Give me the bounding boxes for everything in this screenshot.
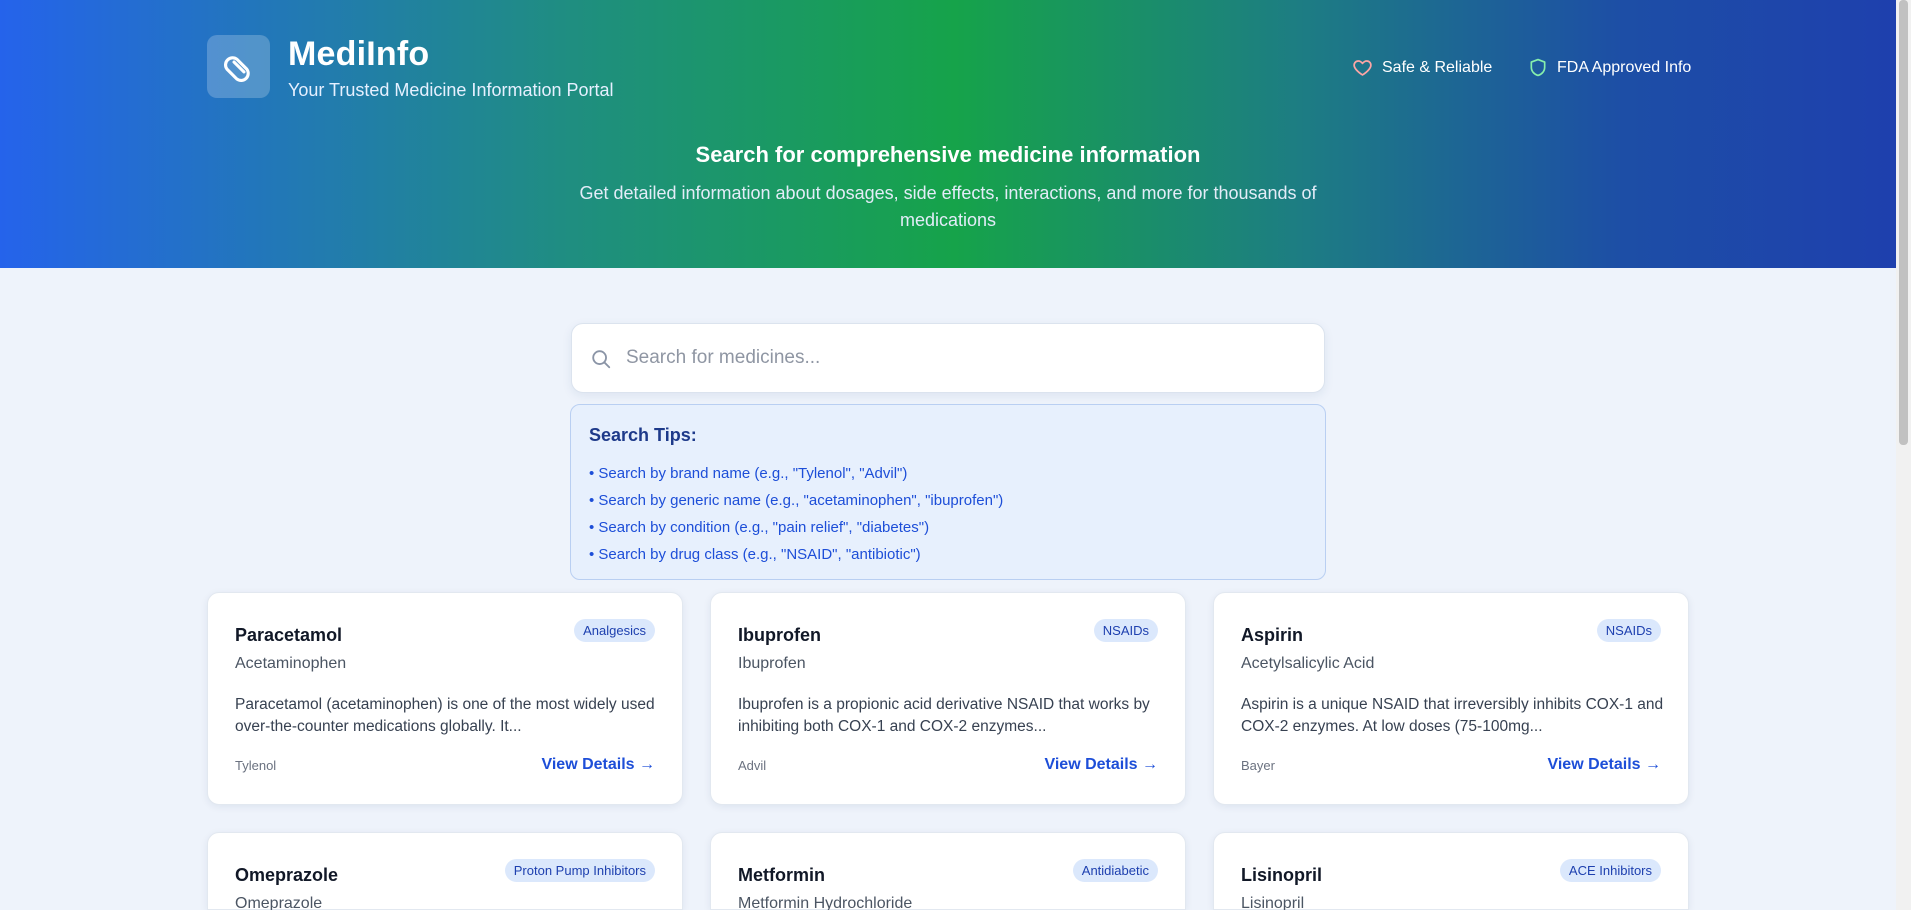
brand-title[interactable]: MediInfo xyxy=(288,35,429,74)
brand-subtitle: Your Trusted Medicine Information Portal xyxy=(288,80,614,100)
view-details-link[interactable]: View Details → xyxy=(1547,756,1661,774)
badge-fda-approved: FDA Approved Info xyxy=(1528,57,1691,78)
category-badge: NSAIDs xyxy=(1596,619,1661,642)
medicine-description: Paracetamol (acetaminophen) is one of th… xyxy=(235,696,655,735)
medicine-name: Omeprazole xyxy=(235,865,339,885)
medicine-card-metformin[interactable]: Metformin Antidiabetic Metformin Hydroch… xyxy=(710,832,1186,910)
medicine-name: Ibuprofen xyxy=(738,625,821,645)
medicine-name: Lisinopril xyxy=(1241,865,1322,885)
hero-title: Search for comprehensive medicine inform… xyxy=(695,142,1201,167)
medicine-name: Aspirin xyxy=(1241,625,1304,645)
category-badge: NSAIDs xyxy=(1093,619,1158,642)
medicine-card-omeprazole[interactable]: Omeprazole Proton Pump Inhibitors Omepra… xyxy=(207,832,683,910)
brand-name: Bayer xyxy=(1241,758,1275,773)
generic-name: Metformin Hydrochloride xyxy=(738,895,913,910)
search-tip-item: • Search by brand name (e.g., "Tylenol",… xyxy=(589,465,908,482)
badge-safe-reliable: Safe & Reliable xyxy=(1352,57,1492,78)
search-icon xyxy=(592,350,611,369)
category-badge: Antidiabetic xyxy=(1072,859,1158,882)
medicine-card-aspirin[interactable]: Aspirin NSAIDs Acetylsalicylic Acid Aspi… xyxy=(1213,592,1689,805)
medicine-description: Aspirin is a unique NSAID that irreversi… xyxy=(1241,696,1664,735)
medicine-card-lisinopril[interactable]: Lisinopril ACE Inhibitors Lisinopril xyxy=(1213,832,1689,910)
category-badge: ACE Inhibitors xyxy=(1559,859,1661,882)
view-details-link[interactable]: View Details → xyxy=(541,756,655,774)
shield-icon xyxy=(1530,58,1546,77)
pill-icon xyxy=(223,55,250,82)
search-tip-item: • Search by generic name (e.g., "acetami… xyxy=(589,492,1004,509)
search-tip-item: • Search by drug class (e.g., "NSAID", "… xyxy=(589,546,921,563)
brand-name: Tylenol xyxy=(235,758,277,773)
search-input[interactable] xyxy=(626,324,1306,392)
medicine-card-paracetamol[interactable]: Paracetamol Analgesics Acetaminophen Par… xyxy=(207,592,683,805)
category-badge: Proton Pump Inhibitors xyxy=(504,859,655,882)
search-tips-list: • Search by brand name (e.g., "Tylenol",… xyxy=(589,460,1307,568)
scrollbar-track[interactable] xyxy=(1896,0,1911,910)
search-tips-panel: Search Tips: • Search by brand name (e.g… xyxy=(570,404,1326,580)
generic-name: Ibuprofen xyxy=(738,655,806,672)
category-badge: Analgesics xyxy=(574,619,655,642)
generic-name: Acetaminophen xyxy=(235,655,347,672)
search-tip-item: • Search by condition (e.g., "pain relie… xyxy=(589,519,930,536)
medicine-name: Metformin xyxy=(738,865,825,885)
generic-name: Omeprazole xyxy=(235,895,323,910)
brand-name: Advil xyxy=(738,758,767,773)
generic-name: Acetylsalicylic Acid xyxy=(1241,655,1375,672)
medicine-name: Paracetamol xyxy=(235,625,343,645)
search-bar[interactable] xyxy=(571,323,1325,393)
generic-name: Lisinopril xyxy=(1241,895,1305,910)
medicine-description: Ibuprofen is a propionic acid derivative… xyxy=(738,696,1150,735)
view-details-link[interactable]: View Details → xyxy=(1044,756,1158,774)
hero-description: Get detailed information about dosages, … xyxy=(579,183,1317,230)
badge-label: FDA Approved Info xyxy=(1557,58,1692,76)
heart-icon xyxy=(1353,60,1372,76)
scrollbar-thumb[interactable] xyxy=(1899,0,1908,445)
search-tips-title: Search Tips: xyxy=(589,425,697,445)
badge-label: Safe & Reliable xyxy=(1382,58,1493,76)
medicine-card-ibuprofen[interactable]: Ibuprofen NSAIDs Ibuprofen Ibuprofen is … xyxy=(710,592,1186,805)
header: MediInfo Your Trusted Medicine Informati… xyxy=(0,0,1911,268)
logo[interactable] xyxy=(207,35,270,98)
